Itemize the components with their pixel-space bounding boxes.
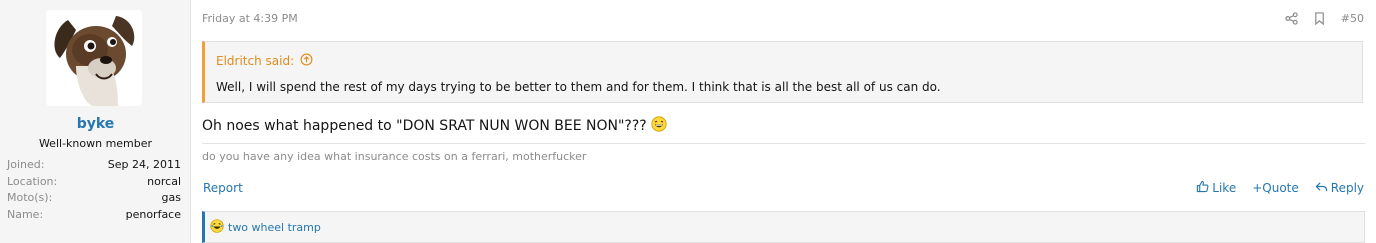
post-main: Friday at 4:39 PM #50 Eldritch said: Wel… xyxy=(192,0,1376,243)
report-link[interactable]: Report xyxy=(203,181,243,195)
message-text: Oh noes what happened to "DON SRAT NUN W… xyxy=(202,118,647,134)
post-number[interactable]: #50 xyxy=(1341,12,1364,25)
extra-label: Name: xyxy=(7,207,44,221)
post-date[interactable]: Friday at 4:39 PM xyxy=(202,12,298,25)
post-tools: #50 xyxy=(1285,11,1364,25)
username[interactable]: byke xyxy=(0,116,191,132)
bookmark-icon[interactable] xyxy=(1313,11,1327,25)
laughing-emoji-icon xyxy=(651,116,667,136)
like-button[interactable]: Like xyxy=(1196,180,1236,196)
reactions-bar[interactable]: two wheel tramp xyxy=(202,211,1365,243)
user-panel: byke Well-known member Joined: Sep 24, 2… xyxy=(0,0,191,243)
quote-header[interactable]: Eldritch said: xyxy=(216,51,313,70)
extra-value: gas xyxy=(161,191,181,204)
user-extras: Joined: Sep 24, 2011 Location: norcal Mo… xyxy=(7,157,181,223)
quote-author[interactable]: Eldritch said: xyxy=(216,54,294,68)
reply-button[interactable]: Reply xyxy=(1315,180,1364,196)
forum-post: byke Well-known member Joined: Sep 24, 2… xyxy=(0,0,1376,243)
signature: do you have any idea what insurance cost… xyxy=(202,150,587,163)
quote-label: +Quote xyxy=(1252,181,1299,195)
extra-label: Joined: xyxy=(7,158,45,171)
user-title: Well-known member xyxy=(38,137,153,150)
share-icon[interactable] xyxy=(1285,11,1299,25)
quote-button[interactable]: +Quote xyxy=(1252,180,1299,196)
extra-joined: Joined: Sep 24, 2011 xyxy=(7,157,181,174)
quote-block: Eldritch said: Well, I will spend the re… xyxy=(202,41,1363,103)
extra-location: Location: norcal xyxy=(7,174,181,191)
thumbs-up-icon xyxy=(1196,180,1209,196)
post-message: Oh noes what happened to "DON SRAT NUN W… xyxy=(202,116,667,136)
reply-label: Reply xyxy=(1330,181,1364,195)
like-label: Like xyxy=(1212,181,1237,195)
reaction-names[interactable]: two wheel tramp xyxy=(228,221,321,234)
quote-text: Well, I will spend the rest of my days t… xyxy=(216,80,941,94)
post-actions: Like +Quote Reply xyxy=(1196,180,1364,196)
extra-motos: Moto(s): gas xyxy=(7,190,181,207)
extra-name: Name: penorface xyxy=(7,207,181,224)
avatar[interactable] xyxy=(46,10,142,106)
extra-value: Sep 24, 2011 xyxy=(107,158,181,171)
extra-label: Location: xyxy=(7,174,58,188)
laugh-reaction-icon xyxy=(210,218,224,237)
extra-value: norcal xyxy=(147,174,181,188)
arrow-up-circle-icon[interactable] xyxy=(300,51,313,70)
extra-label: Moto(s): xyxy=(7,191,53,204)
reply-icon xyxy=(1315,181,1328,196)
extra-value: penorface xyxy=(125,207,181,221)
signature-divider xyxy=(202,143,1365,144)
